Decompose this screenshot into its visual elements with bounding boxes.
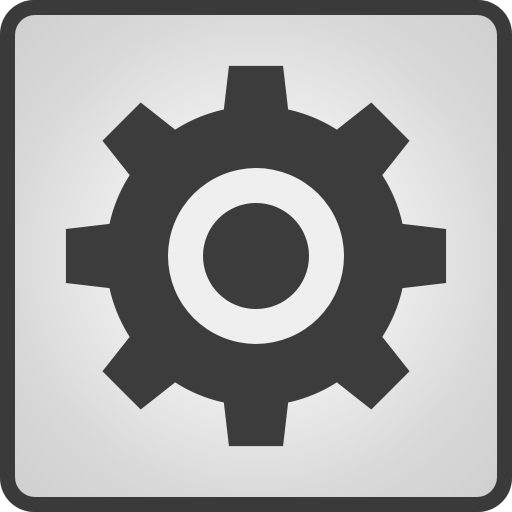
app-icon-frame[interactable] <box>0 0 512 512</box>
gear-icon <box>65 65 447 447</box>
app-icon-tile <box>15 15 497 497</box>
gear-center-hole <box>203 203 309 309</box>
